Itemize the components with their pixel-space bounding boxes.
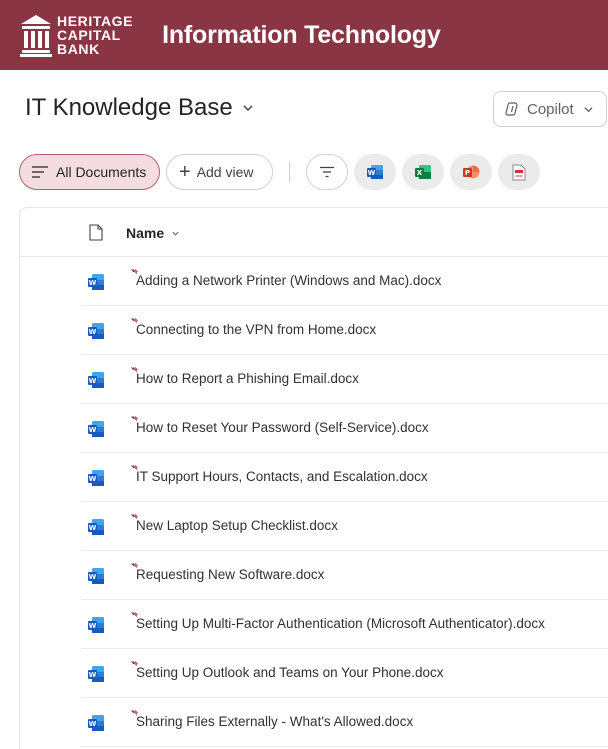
filter-button[interactable] <box>306 154 348 190</box>
svg-text:W: W <box>89 573 97 581</box>
svg-text:W: W <box>89 279 97 287</box>
file-row[interactable]: W New Laptop Setup Checklist.docx <box>20 502 608 551</box>
document-type-icon[interactable] <box>89 224 103 241</box>
add-view-button[interactable]: + Add view <box>166 154 273 190</box>
word-file-icon: W <box>88 323 104 339</box>
toolbar-divider <box>289 162 290 182</box>
word-file-icon: W <box>88 568 104 584</box>
copilot-button[interactable]: Copilot <box>493 91 607 127</box>
brand-logo[interactable]: HERITAGE CAPITAL BANK <box>20 13 133 57</box>
svg-text:W: W <box>89 426 97 434</box>
word-file-icon: W <box>88 519 104 535</box>
file-name-link[interactable]: Adding a Network Printer (Windows and Ma… <box>136 273 441 288</box>
new-pdf-button[interactable] <box>498 154 540 190</box>
file-row[interactable]: W How to Report a Phishing Email.docx <box>20 355 608 404</box>
svg-text:W: W <box>89 720 97 728</box>
word-file-icon: W <box>88 372 104 388</box>
add-view-label: Add view <box>196 164 254 180</box>
file-name-link[interactable]: How to Reset Your Password (Self-Service… <box>136 420 429 435</box>
svg-text:W: W <box>89 671 97 679</box>
chevron-down-icon <box>584 106 593 112</box>
word-file-icon: W <box>88 421 104 437</box>
brand-line-2: CAPITAL <box>57 27 121 43</box>
brand-line-3: BANK <box>57 41 100 57</box>
word-file-icon: W <box>88 470 104 486</box>
file-row[interactable]: W IT Support Hours, Contacts, and Escala… <box>20 453 608 502</box>
copilot-label: Copilot <box>527 100 574 118</box>
excel-icon: X <box>415 165 431 179</box>
svg-text:X: X <box>417 169 423 177</box>
svg-text:W: W <box>89 328 97 336</box>
library-title-button[interactable]: IT Knowledge Base <box>25 94 254 122</box>
file-row[interactable]: W Setting Up Outlook and Teams on Your P… <box>20 649 608 698</box>
file-name-link[interactable]: How to Report a Phishing Email.docx <box>136 371 359 386</box>
site-header: HERITAGE CAPITAL BANK Information Techno… <box>0 0 608 70</box>
word-file-icon: W <box>88 617 104 633</box>
word-icon: W <box>367 165 383 179</box>
new-excel-workbook-button[interactable]: X <box>402 154 444 190</box>
file-name-link[interactable]: Sharing Files Externally - What's Allowe… <box>136 714 413 729</box>
list-header: Name <box>20 208 608 257</box>
chevron-down-icon <box>243 105 253 112</box>
file-row[interactable]: W Setting Up Multi-Factor Authentication… <box>20 600 608 649</box>
file-row[interactable]: W Sharing Files Externally - What's Allo… <box>20 698 608 747</box>
plus-icon: + <box>179 161 191 183</box>
pdf-icon <box>512 164 526 180</box>
document-list: Name W Adding a Network Printer (Windows… <box>19 207 608 749</box>
powerpoint-icon: P <box>463 165 480 179</box>
svg-text:P: P <box>465 169 470 177</box>
bank-building-icon <box>20 15 52 57</box>
brand-name: HERITAGE CAPITAL BANK <box>57 14 133 56</box>
word-file-icon: W <box>88 715 104 731</box>
all-documents-view-button[interactable]: All Documents <box>19 154 160 190</box>
file-name-link[interactable]: Requesting New Software.docx <box>136 567 324 582</box>
name-column-label: Name <box>126 225 165 241</box>
svg-text:W: W <box>89 475 97 483</box>
file-name-link[interactable]: IT Support Hours, Contacts, and Escalati… <box>136 469 428 484</box>
svg-text:W: W <box>89 377 97 385</box>
file-row[interactable]: W Adding a Network Printer (Windows and … <box>20 257 608 306</box>
chevron-down-icon <box>172 231 179 236</box>
file-name-link[interactable]: Setting Up Multi-Factor Authentication (… <box>136 616 545 631</box>
copilot-icon <box>505 102 518 116</box>
filter-icon <box>320 166 334 178</box>
svg-text:W: W <box>368 169 376 177</box>
new-word-document-button[interactable]: W <box>354 154 396 190</box>
svg-text:W: W <box>89 524 97 532</box>
file-row[interactable]: W How to Reset Your Password (Self-Servi… <box>20 404 608 453</box>
svg-text:W: W <box>89 622 97 630</box>
file-name-link[interactable]: Connecting to the VPN from Home.docx <box>136 322 376 337</box>
file-row[interactable]: W Requesting New Software.docx <box>20 551 608 600</box>
library-title: IT Knowledge Base <box>25 94 233 121</box>
file-name-link[interactable]: Setting Up Outlook and Teams on Your Pho… <box>136 665 443 680</box>
list-lines-icon <box>32 166 48 178</box>
word-file-icon: W <box>88 666 104 682</box>
file-rows: W Adding a Network Printer (Windows and … <box>20 257 608 747</box>
brand-line-1: HERITAGE <box>57 13 134 29</box>
site-title[interactable]: Information Technology <box>162 21 441 50</box>
new-powerpoint-button[interactable]: P <box>450 154 492 190</box>
current-view-label: All Documents <box>56 164 147 180</box>
file-name-link[interactable]: New Laptop Setup Checklist.docx <box>136 518 338 533</box>
word-file-icon: W <box>88 274 104 290</box>
name-column-header[interactable]: Name <box>126 225 180 241</box>
file-row[interactable]: W Connecting to the VPN from Home.docx <box>20 306 608 355</box>
